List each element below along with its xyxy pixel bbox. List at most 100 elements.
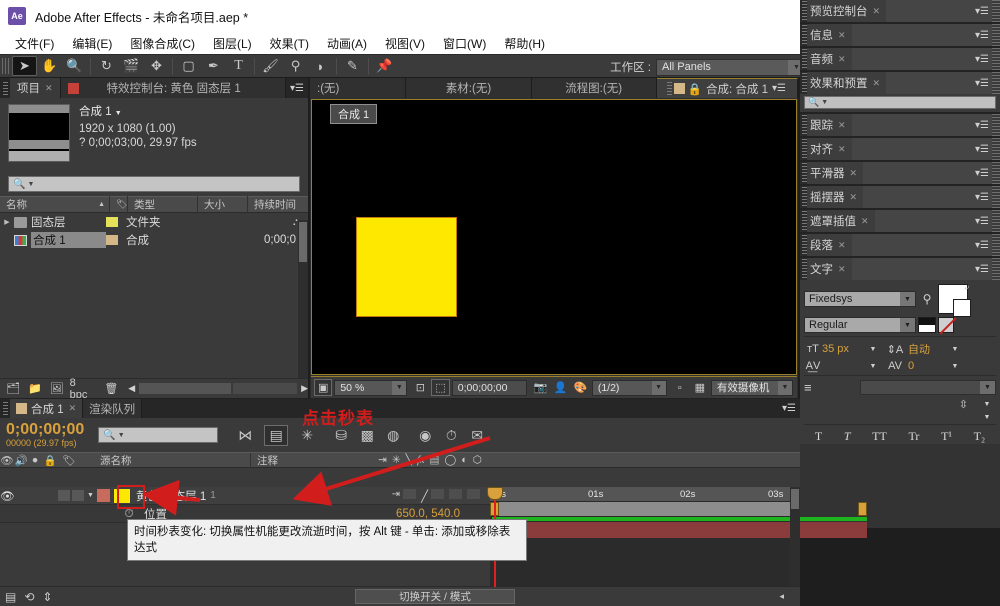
chevron-down-icon[interactable]: ▼ [980,401,994,408]
column-header-size[interactable]: 大小 [198,196,248,213]
region-of-interest-icon[interactable]: ⊡ [411,379,429,396]
scrollbar-thumb[interactable] [791,489,799,509]
timeline-search-input[interactable]: 🔍 ▼ [98,427,218,443]
tab-paragraph[interactable]: 段落 ✕ [807,234,852,256]
panel-menu-icon[interactable]: ▾☰ [972,72,992,94]
eyedropper-icon[interactable]: ⚲ [916,292,938,306]
close-icon[interactable]: ✕ [873,6,881,17]
tab-preview-controls[interactable]: 预览控制台 ✕ [807,0,886,22]
tracking-value[interactable]: 0 [908,360,948,372]
transparency-grid-icon[interactable]: ▦ [691,379,709,396]
graph-editor-icon[interactable]: ◉ [412,424,438,446]
table-row[interactable]: 合成 1 合成 0;00;0 [0,231,308,249]
layer-quality-slot[interactable] [403,489,416,499]
audio-icon[interactable]: 🔊 [14,454,28,467]
scroll-left-icon[interactable]: ◀ [128,383,135,394]
new-comp-icon[interactable]: 🗂 [6,382,20,395]
subscript-button[interactable]: T₂ [974,429,986,444]
lock-icon[interactable]: 🔒 [42,454,58,467]
project-scrollbar[interactable] [298,220,308,380]
column-header-comment[interactable]: 注释 [250,453,350,468]
font-size-value[interactable]: 35 px [822,343,866,355]
layer-name[interactable]: 黄色 固态层 1 [136,488,206,504]
panel-menu-icon[interactable]: ▾☰ [972,186,992,208]
graph-editor-toggle-icon[interactable]: ⟲ [24,590,34,604]
composition-stage[interactable]: 合成 1 [311,99,797,375]
close-icon[interactable]: ✕ [45,83,53,94]
current-time-indicator-head[interactable] [487,487,503,500]
panel-drag-handle[interactable] [992,186,1000,208]
3d-layer-icon[interactable]: ⬡ [473,454,482,466]
font-family-select[interactable]: Fixedsys ▼ [804,291,916,307]
panel-grip[interactable] [3,82,8,95]
panel-menu-icon[interactable]: ▾☰ [286,78,308,98]
menu-item-layer[interactable]: 图层(L) [204,33,261,54]
new-folder-icon[interactable]: 📁 [28,382,42,395]
column-header-type[interactable]: 类型 [128,196,198,213]
tab-effects-presets[interactable]: 效果和预置 ✕ [807,72,886,94]
selection-tool[interactable]: ➤ [12,56,37,76]
toggle-transparency-grid-icon[interactable]: ▣ [314,379,332,396]
panel-drag-handle[interactable] [992,138,1000,160]
panel-menu-icon[interactable]: ▾☰ [972,24,992,46]
fill-stroke-presets[interactable] [918,317,936,333]
zoom-tool[interactable]: 🔍 [62,56,87,76]
panel-menu-icon[interactable]: ▾☰ [972,234,992,256]
toggle-mask-icon[interactable]: ⬚ [431,379,449,396]
close-icon[interactable]: ✕ [838,240,846,251]
workspace-select[interactable]: All Panels ▼ [656,59,806,76]
current-time-field[interactable]: 0;00;00;00 [452,380,528,396]
tab-layer[interactable]: :(无) [310,78,406,98]
fill-color-swatch[interactable]: ⤶ [938,284,968,314]
font-style-select[interactable]: Regular ▼ [804,317,916,333]
camera-tool[interactable]: 🎬 [119,56,144,76]
project-search-input[interactable]: 🔍 ▼ [8,176,300,192]
superscript-button[interactable]: T¹ [941,429,952,444]
tab-tracker[interactable]: 跟踪 ✕ [807,114,852,136]
panel-grip[interactable] [667,82,672,95]
layer-lock-slot[interactable] [72,490,84,501]
new-solid-icon[interactable]: 🖼 [50,382,64,395]
panel-menu-icon[interactable]: ▾☰ [972,48,992,70]
layer-switch-slot[interactable] [467,489,480,499]
column-header-label[interactable]: 🏷 [110,196,128,213]
layer-switch-slot[interactable] [431,489,444,499]
motion-sketch-icon[interactable]: ✉ [464,424,490,446]
panel-menu-icon[interactable]: ▾☰ [972,162,992,184]
close-icon[interactable]: ✕ [69,403,77,414]
panel-menu-icon[interactable]: ▾☰ [972,138,992,160]
layer-duration-bar[interactable] [492,522,867,538]
menu-item-animation[interactable]: 动画(A) [318,33,376,54]
eraser-tool[interactable]: ◗ [308,56,333,76]
shy-icon[interactable]: ⇥ [378,454,387,466]
menu-item-effect[interactable]: 效果(T) [261,33,318,54]
tab-audio[interactable]: 音频 ✕ [807,48,852,70]
no-fill-icon[interactable] [938,317,954,333]
video-eye-icon[interactable]: 👁 [0,454,14,467]
panel-drag-handle[interactable] [992,24,1000,46]
panel-menu-icon[interactable]: ▾☰ [972,0,992,22]
chevron-down-icon[interactable]: ▼ [115,110,122,117]
work-area-bar[interactable] [490,502,800,516]
chevron-down-icon[interactable]: ▼ [866,363,880,370]
toolbar-grip[interactable] [2,58,9,74]
property-value[interactable]: 650.0, 540.0 [396,508,460,520]
panel-drag-handle[interactable] [992,48,1000,70]
close-icon[interactable]: ✕ [838,144,846,155]
layer-switch-slot[interactable] [449,489,462,499]
layer-quality-icon[interactable]: ╱ [421,489,428,503]
resolution-select[interactable]: (1/2) ▼ [592,380,667,396]
auto-keyframe-icon[interactable]: ⏱ [438,424,464,446]
type-tool[interactable]: T [226,56,251,76]
menu-item-view[interactable]: 视图(V) [376,33,434,54]
menu-item-edit[interactable]: 编辑(E) [63,33,121,54]
timeline-ruler[interactable]: 0s 01s 02s 03s [490,487,800,502]
panel-drag-handle[interactable] [992,72,1000,94]
tab-align[interactable]: 对齐 ✕ [807,138,852,160]
shape-tool[interactable]: ▢ [176,56,201,76]
layer-shy-icon[interactable]: ⇥ [392,489,400,503]
pan-behind-tool[interactable]: ✥ [144,56,169,76]
effects-search-input[interactable]: 🔍 ▼ [804,96,996,109]
timeline-layer-row[interactable]: 👁 ▼ 黄色 固态层 1 1 ⇥ ╱ [0,487,490,505]
close-icon[interactable]: ✕ [850,192,858,203]
